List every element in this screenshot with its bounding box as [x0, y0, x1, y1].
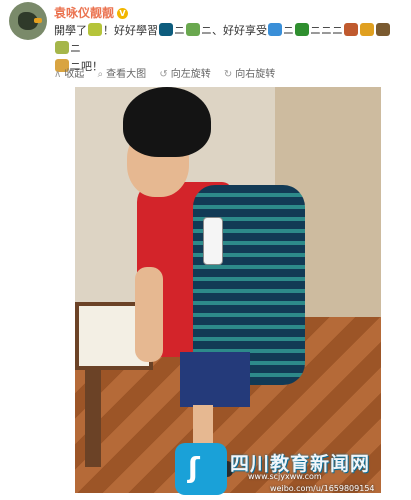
boy-hair	[123, 87, 211, 157]
bag-tag	[203, 217, 223, 265]
rotate-right-icon: ↻	[223, 69, 233, 80]
collapse-button[interactable]: ∧ 收起	[54, 64, 84, 86]
avatar[interactable]	[9, 2, 47, 40]
image-toolbar: ∧ 收起 ⌕ 查看大图 ↺ 向左旋转 ↻ 向右旋转	[54, 64, 394, 86]
emoji-icon	[344, 23, 358, 36]
text-part-5: ニニニ	[310, 24, 343, 37]
username-text[interactable]: 袁咏仪靓靓	[54, 6, 114, 20]
view-large-button[interactable]: ⌕ 查看大图	[98, 64, 147, 86]
emoji-icon	[159, 23, 173, 36]
watermark-url: www.scjyxww.com	[248, 472, 322, 481]
text-part-6: ニ	[70, 42, 81, 55]
text-part-0: 開學了	[54, 24, 87, 37]
chevron-up-icon: ∧	[54, 69, 62, 80]
post-photo[interactable]	[75, 87, 381, 493]
rotate-left-button[interactable]: ↺ 向左旋转	[159, 64, 210, 86]
emoji-icon	[295, 23, 309, 36]
navy-shorts	[180, 352, 250, 407]
arm	[135, 267, 163, 362]
logo-glyph: ʃ	[188, 451, 200, 484]
text-part-4: ニ	[283, 24, 294, 37]
emoji-icon	[360, 23, 374, 36]
bench-leg	[85, 367, 101, 467]
rotate-right-label: 向右旋转	[235, 69, 276, 80]
emoji-icon	[88, 23, 102, 36]
emoji-icon	[55, 41, 69, 54]
emoji-icon	[376, 23, 390, 36]
text-part-3: ニ、好好享受	[201, 24, 267, 37]
rotate-left-label: 向左旋转	[170, 69, 211, 80]
logo-icon: ʃ	[175, 443, 227, 495]
beak-shape	[34, 18, 42, 23]
emoji-icon	[186, 23, 200, 36]
rotate-left-icon: ↺	[159, 69, 168, 80]
username[interactable]: 袁咏仪靓靓 V	[54, 4, 129, 21]
text-part-2: ニ	[174, 24, 185, 37]
view-large-label: 查看大图	[106, 69, 147, 80]
collapse-label: 收起	[64, 69, 85, 80]
emoji-icon	[268, 23, 282, 36]
verified-badge-icon: V	[117, 8, 129, 19]
text-part-1: ！好好學習	[103, 24, 158, 37]
weibo-post: 袁咏仪靓靓 V 開學了 ！好好學習ニニ、好好享受ニニニニニ ニ吧！ ∧ 收起 ⌕ 查看大图…	[0, 0, 411, 500]
magnifier-icon: ⌕	[97, 69, 104, 80]
rotate-right-button[interactable]: ↻ 向右旋转	[224, 64, 275, 86]
watermark-source: weibo.com/u/1659809154	[270, 484, 375, 493]
